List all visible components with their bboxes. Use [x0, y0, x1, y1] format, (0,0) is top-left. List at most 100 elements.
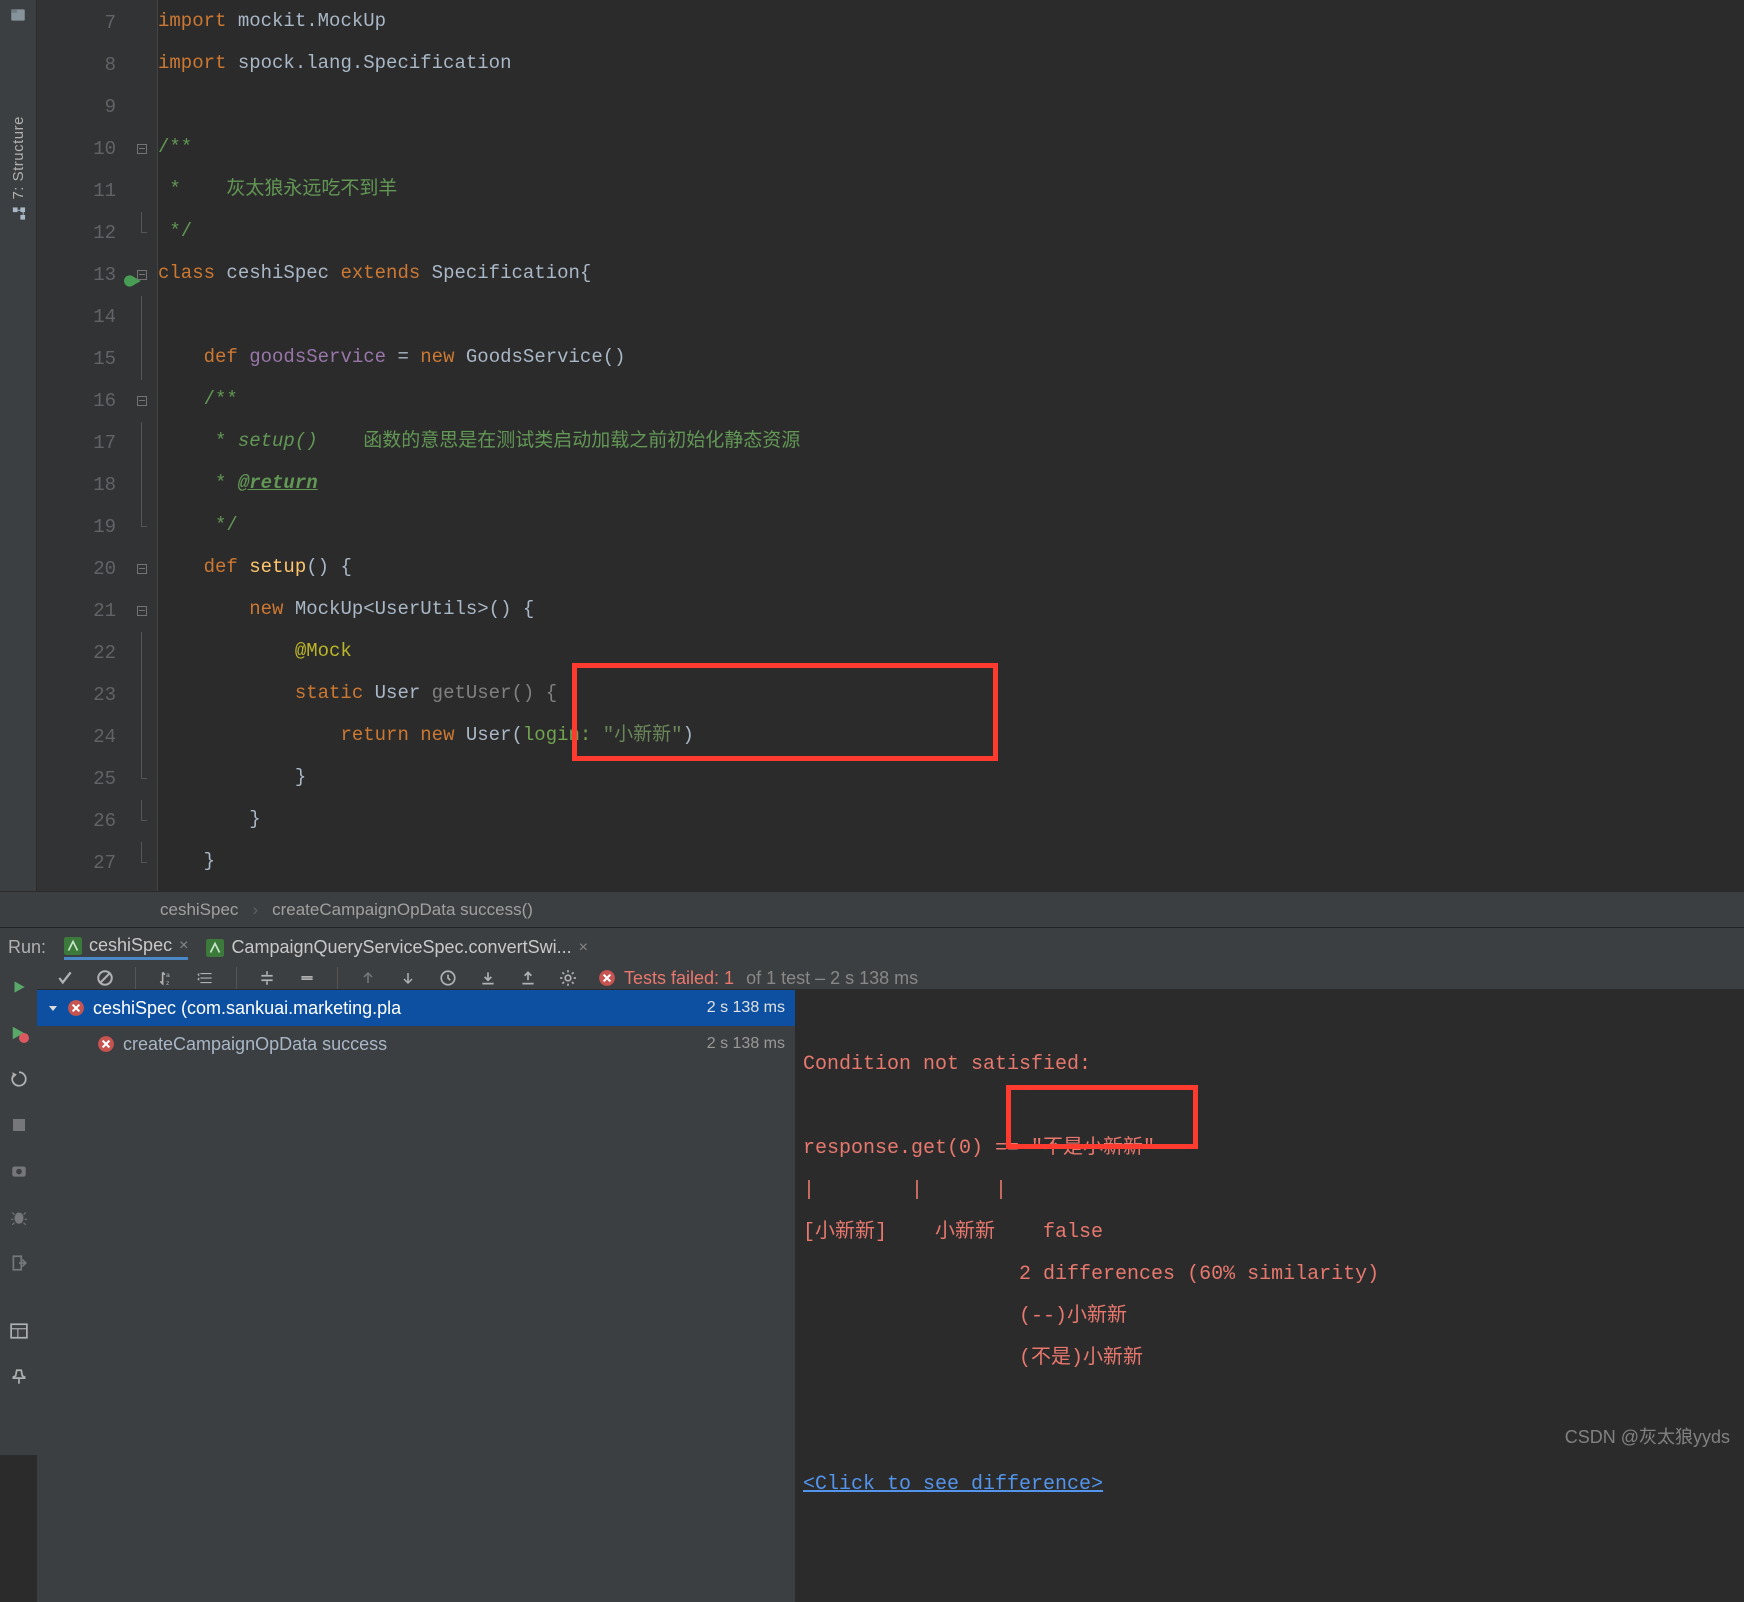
breadcrumb-bar[interactable]: ceshiSpec › createCampaignOpData success…: [0, 891, 1744, 927]
line-number[interactable]: 16: [37, 380, 116, 422]
test-tree[interactable]: ceshiSpec (com.sankuai.marketing.pla 2 s…: [37, 990, 795, 1602]
line-number[interactable]: 17: [37, 422, 116, 464]
rerun-failed-icon[interactable]: [9, 1023, 29, 1043]
see-difference-link[interactable]: <Click to see difference>: [803, 1473, 1103, 1496]
structure-tool-button[interactable]: 7: Structure: [10, 116, 27, 221]
tree-duration: 2 s 138 ms: [707, 1035, 785, 1053]
run-tab-active[interactable]: ceshiSpec ×: [64, 935, 188, 960]
line-number[interactable]: 14: [37, 296, 116, 338]
gear-icon[interactable]: [558, 968, 578, 988]
run-toolbar-vertical: [0, 967, 37, 1455]
tab-label: ceshiSpec: [89, 935, 172, 956]
show-passed-icon[interactable]: [55, 968, 75, 988]
test-tree-node[interactable]: ceshiSpec (com.sankuai.marketing.pla 2 s…: [37, 990, 795, 1026]
line-number[interactable]: 20: [37, 548, 116, 590]
next-icon[interactable]: [398, 968, 418, 988]
line-number[interactable]: 21: [37, 590, 116, 632]
tree-label: ceshiSpec (com.sankuai.marketing.pla: [93, 998, 401, 1019]
breadcrumb-item[interactable]: createCampaignOpData success(): [272, 900, 533, 920]
fail-badge-icon: [97, 1035, 115, 1053]
close-tab-icon[interactable]: ×: [179, 937, 188, 955]
line-number[interactable]: 18: [37, 464, 116, 506]
groovy-file-icon: [206, 939, 224, 957]
export-icon[interactable]: [518, 968, 538, 988]
doc-return-tag: @return: [238, 472, 318, 494]
stop-icon[interactable]: [9, 1115, 29, 1135]
project-tool-icon[interactable]: [9, 6, 27, 24]
suite-icon[interactable]: [196, 968, 216, 988]
history-icon[interactable]: [438, 968, 458, 988]
fold-gutter[interactable]: [132, 0, 158, 891]
line-number[interactable]: 26: [37, 800, 116, 842]
line-number[interactable]: 8: [37, 44, 116, 86]
line-number[interactable]: 11: [37, 170, 116, 212]
line-number[interactable]: 23: [37, 674, 116, 716]
kw-new: new: [249, 598, 283, 620]
run-tab[interactable]: CampaignQueryServiceSpec.convertSwi... ×: [206, 937, 588, 958]
run-body: az Tests failed: 1 of 1 test – 2 s 138 m…: [37, 967, 1744, 1455]
brace: }: [295, 766, 306, 788]
svg-text:z: z: [166, 980, 170, 987]
pin-icon[interactable]: [9, 1367, 29, 1387]
exit-icon[interactable]: [9, 1253, 29, 1273]
kw-static: static: [295, 682, 363, 704]
test-tree-node[interactable]: createCampaignOpData success 2 s 138 ms: [37, 1026, 795, 1062]
svg-text:a: a: [166, 972, 170, 979]
line-number[interactable]: 10: [37, 128, 116, 170]
line-number[interactable]: 27: [37, 842, 116, 884]
console-line: (不是)小新新: [803, 1347, 1143, 1370]
code-text: spock.lang.Specification: [226, 52, 511, 74]
rerun-icon[interactable]: [9, 977, 29, 997]
ctor: User(: [454, 724, 522, 746]
toggle-auto-test-icon[interactable]: [9, 1069, 29, 1089]
line-number[interactable]: 15: [37, 338, 116, 380]
superclass: Specification{: [420, 262, 591, 284]
line-number[interactable]: 19: [37, 506, 116, 548]
line-number[interactable]: 7: [37, 2, 116, 44]
sort-icon[interactable]: az: [156, 968, 176, 988]
watermark: CSDN @灰太狼yyds: [1565, 1423, 1730, 1449]
left-tool-window-bar[interactable]: 7: Structure: [0, 0, 37, 891]
console-line: [小新新] 小新新 false: [803, 1221, 1103, 1244]
show-ignored-icon[interactable]: [95, 968, 115, 988]
expand-all-icon[interactable]: [257, 968, 277, 988]
console-line: | | |: [803, 1179, 1007, 1202]
run-panel: az Tests failed: 1 of 1 test – 2 s 138 m…: [0, 967, 1744, 1455]
line-number[interactable]: 25: [37, 758, 116, 800]
run-panel-header: Run: ceshiSpec × CampaignQueryServiceSpe…: [0, 927, 1744, 967]
close-tab-icon[interactable]: ×: [579, 939, 588, 957]
doc-fn: setup(): [238, 430, 318, 452]
fail-badge-icon: [598, 969, 616, 987]
line-number[interactable]: 9: [37, 86, 116, 128]
doc-comment: /**: [204, 388, 238, 410]
chevron-down-icon: [47, 1002, 59, 1014]
test-console[interactable]: Condition not satisfied: response.get(0)…: [795, 990, 1744, 1602]
kw-class: class: [158, 262, 215, 284]
line-number-gutter[interactable]: 789101112131415161718192021222324252627: [37, 0, 132, 891]
breadcrumb-sep: ›: [252, 900, 258, 920]
tab-label: CampaignQueryServiceSpec.convertSwi...: [231, 937, 571, 958]
kw-def: def: [204, 556, 238, 578]
kw-new: new: [420, 346, 454, 368]
code-editor[interactable]: import mockit.MockUp import spock.lang.S…: [158, 0, 1744, 891]
dump-icon[interactable]: [9, 1161, 29, 1181]
structure-icon: [10, 206, 27, 221]
line-number[interactable]: 24: [37, 716, 116, 758]
line-number[interactable]: 22: [37, 632, 116, 674]
tree-label: createCampaignOpData success: [123, 1034, 387, 1055]
groovy-file-icon: [64, 937, 82, 955]
doc: 函数的意思是在测试类启动加载之前初始化静态资源: [318, 430, 801, 452]
layout-icon[interactable]: [9, 1321, 29, 1341]
import-icon[interactable]: [478, 968, 498, 988]
annotation: @Mock: [295, 640, 352, 662]
kw-import: import: [158, 10, 226, 32]
line-number[interactable]: 13: [37, 254, 116, 296]
brace: }: [249, 808, 260, 830]
breadcrumb-item[interactable]: ceshiSpec: [160, 900, 238, 920]
bug-icon[interactable]: [9, 1207, 29, 1227]
collapse-all-icon[interactable]: [297, 968, 317, 988]
prev-icon[interactable]: [358, 968, 378, 988]
tree-duration: 2 s 138 ms: [707, 999, 785, 1017]
doc: *: [204, 430, 238, 452]
line-number[interactable]: 12: [37, 212, 116, 254]
